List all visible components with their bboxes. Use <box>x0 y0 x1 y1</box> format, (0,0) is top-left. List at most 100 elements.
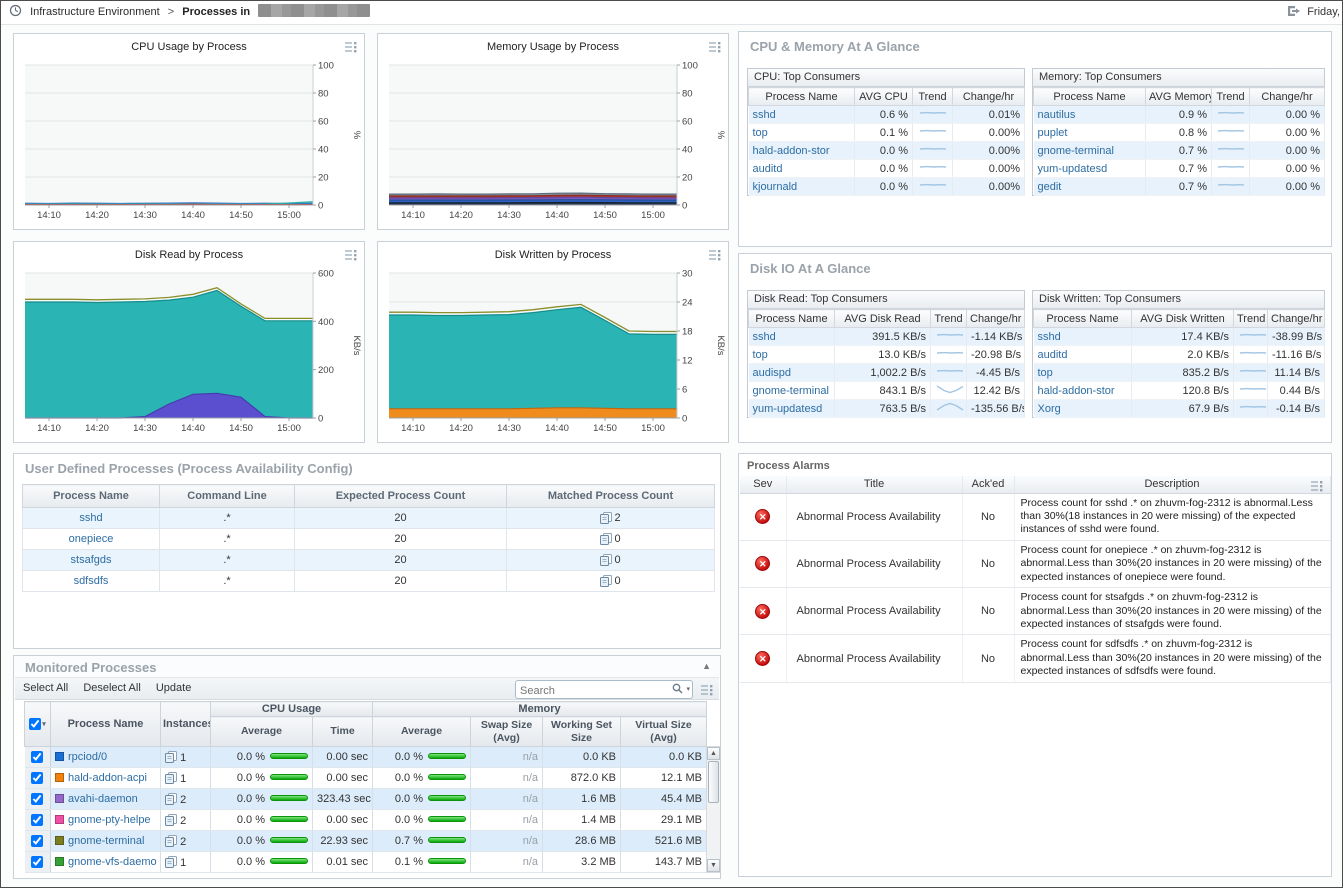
column-header[interactable]: Working Set Size <box>543 717 621 747</box>
column-header[interactable]: Title <box>786 476 962 493</box>
column-header[interactable]: Matched Process Count <box>507 485 715 508</box>
checkbox-caret-icon[interactable]: ▾ <box>42 721 46 728</box>
process-link[interactable]: yum-updatesd <box>1038 163 1108 175</box>
column-header[interactable]: Trend <box>913 88 953 106</box>
details-icon[interactable] <box>600 512 612 525</box>
working-set-cell: 872.0 KB <box>543 768 621 789</box>
error-icon[interactable]: ✕ <box>755 651 770 666</box>
column-header[interactable]: Description <box>1014 476 1330 493</box>
customizer-icon[interactable] <box>344 41 357 56</box>
header-checkbox[interactable] <box>29 718 41 730</box>
column-header[interactable]: AVG Memory <box>1146 88 1212 106</box>
column-header[interactable]: Process Name <box>749 310 835 328</box>
column-header[interactable]: Sev <box>740 476 786 493</box>
process-link[interactable]: onepiece <box>69 533 114 545</box>
column-header[interactable]: Process Name <box>1034 310 1132 328</box>
collapse-icon[interactable]: ▲ <box>702 661 711 671</box>
column-header[interactable]: Change/hr <box>967 310 1025 328</box>
customizer-icon[interactable] <box>344 249 357 264</box>
customizer-icon[interactable] <box>1310 480 1323 495</box>
column-header[interactable]: Ack'ed <box>962 476 1014 493</box>
details-icon[interactable] <box>600 575 612 588</box>
process-link[interactable]: gedit <box>1038 181 1062 193</box>
process-link[interactable]: gnome-vfs-daemo <box>68 856 157 868</box>
error-icon[interactable]: ✕ <box>755 509 770 524</box>
process-link[interactable]: gnome-terminal <box>68 835 144 847</box>
column-header[interactable]: AVG CPU <box>855 88 913 106</box>
customizer-icon[interactable] <box>708 41 721 56</box>
column-header[interactable]: Change/hr <box>1268 310 1325 328</box>
column-header[interactable]: Process Name <box>749 88 855 106</box>
process-link[interactable]: sshd <box>79 512 102 524</box>
process-link[interactable]: sshd <box>753 109 776 121</box>
process-link[interactable]: yum-updatesd <box>753 403 823 415</box>
column-header[interactable]: Average <box>373 717 471 747</box>
process-link[interactable]: sshd <box>1038 331 1061 343</box>
deselect-all-link[interactable]: Deselect All <box>83 682 140 694</box>
process-link[interactable]: auditd <box>1038 349 1068 361</box>
process-link[interactable]: top <box>753 127 768 139</box>
process-link[interactable]: rpciod/0 <box>68 751 107 763</box>
row-checkbox[interactable] <box>31 856 43 868</box>
process-link[interactable]: nautilus <box>1038 109 1076 121</box>
breadcrumb-root[interactable]: Infrastructure Environment <box>30 6 160 18</box>
column-header[interactable]: Instances <box>161 702 211 747</box>
process-link[interactable]: top <box>1038 367 1053 379</box>
memory-top-consumers-box: Memory: Top Consumers Process NameAVG Me… <box>1032 68 1325 196</box>
column-header[interactable]: Process Name <box>51 702 161 747</box>
column-header[interactable]: Change/hr <box>953 88 1025 106</box>
trend-sparkline <box>1234 346 1268 364</box>
column-header[interactable]: Virtual Size (Avg) <box>621 717 707 747</box>
column-header[interactable]: Expected Process Count <box>295 485 507 508</box>
customizer-icon[interactable] <box>708 249 721 264</box>
error-icon[interactable]: ✕ <box>755 604 770 619</box>
column-header[interactable]: Swap Size (Avg) <box>471 717 543 747</box>
scroll-down-button[interactable]: ▼ <box>707 859 720 872</box>
vertical-scrollbar[interactable]: ▲ ▼ <box>706 746 721 873</box>
process-link[interactable]: kjournald <box>753 181 798 193</box>
column-header[interactable]: Process Name <box>1034 88 1146 106</box>
process-link[interactable]: puplet <box>1038 127 1068 139</box>
column-header[interactable]: Time <box>313 717 373 747</box>
column-header[interactable]: Trend <box>1212 88 1250 106</box>
row-checkbox[interactable] <box>31 772 43 784</box>
process-link[interactable]: avahi-daemon <box>68 793 138 805</box>
time-range-icon[interactable] <box>9 3 22 26</box>
error-icon[interactable]: ✕ <box>755 556 770 571</box>
column-header[interactable]: AVG Disk Written <box>1132 310 1234 328</box>
exit-icon[interactable] <box>1287 3 1301 26</box>
row-checkbox[interactable] <box>31 835 43 847</box>
process-link[interactable]: sdfsdfs <box>74 575 109 587</box>
column-header[interactable]: Trend <box>931 310 967 328</box>
column-header[interactable]: Trend <box>1234 310 1268 328</box>
process-link[interactable]: auditd <box>753 163 783 175</box>
scroll-thumb[interactable] <box>708 761 719 803</box>
process-link[interactable]: stsafgds <box>71 554 112 566</box>
process-link[interactable]: sshd <box>753 331 776 343</box>
select-all-link[interactable]: Select All <box>23 682 68 694</box>
search-input[interactable] <box>516 683 658 699</box>
process-link[interactable]: audispd <box>753 367 792 379</box>
row-checkbox[interactable] <box>31 751 43 763</box>
process-link[interactable]: gnome-pty-helpe <box>68 814 151 826</box>
column-header[interactable]: Command Line <box>160 485 295 508</box>
search-icon[interactable]: ▾ <box>671 682 690 698</box>
column-header[interactable]: Process Name <box>23 485 160 508</box>
process-link[interactable]: gnome-terminal <box>753 385 829 397</box>
scroll-up-button[interactable]: ▲ <box>707 747 720 760</box>
process-link[interactable]: Xorg <box>1038 403 1061 415</box>
row-checkbox[interactable] <box>31 793 43 805</box>
column-header[interactable]: AVG Disk Read <box>835 310 931 328</box>
process-link[interactable]: hald-addon-acpi <box>68 772 147 784</box>
row-checkbox[interactable] <box>31 814 43 826</box>
process-link[interactable]: hald-addon-stor <box>753 145 830 157</box>
column-header[interactable]: Average <box>211 717 313 747</box>
details-icon[interactable] <box>600 533 612 546</box>
process-link[interactable]: top <box>753 349 768 361</box>
process-link[interactable]: hald-addon-stor <box>1038 385 1115 397</box>
column-header[interactable]: Change/hr <box>1250 88 1325 106</box>
update-link[interactable]: Update <box>156 682 191 694</box>
search-caret-icon[interactable]: ▾ <box>686 686 690 693</box>
details-icon[interactable] <box>600 554 612 567</box>
process-link[interactable]: gnome-terminal <box>1038 145 1114 157</box>
